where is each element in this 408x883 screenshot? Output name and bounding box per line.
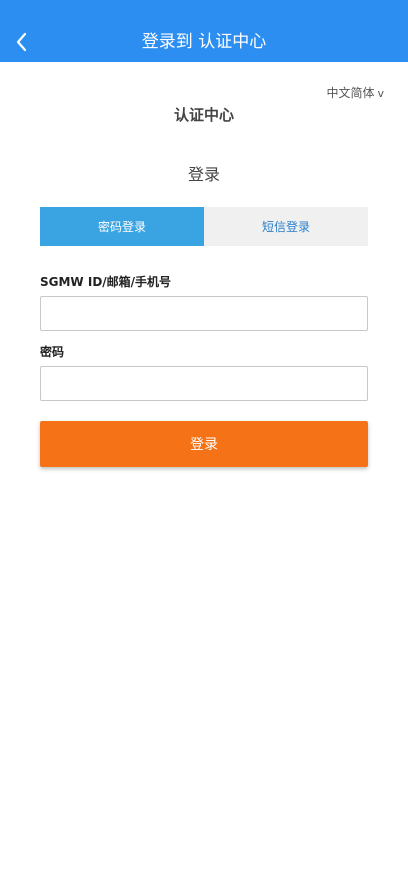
account-input[interactable] — [40, 296, 368, 331]
chevron-down-icon: v — [377, 87, 384, 100]
tab-password-login[interactable]: 密码登录 — [40, 207, 204, 246]
top-nav-bar: 登录到 认证中心 — [0, 0, 408, 62]
tab-sms-login[interactable]: 短信登录 — [204, 207, 368, 246]
password-field-label: 密码 — [40, 345, 65, 359]
login-button[interactable]: 登录 — [40, 421, 368, 467]
page-title: 登录到 认证中心 — [141, 32, 267, 52]
login-heading: 登录 — [187, 165, 220, 184]
login-method-tabs: 密码登录 短信登录 — [40, 207, 368, 246]
account-field-label: SGMW ID/邮箱/手机号 — [40, 275, 172, 289]
language-label: 中文简体 — [326, 86, 375, 100]
password-input[interactable] — [40, 366, 368, 401]
auth-center-title: 认证中心 — [173, 106, 234, 124]
language-selector[interactable]: 中文简体 v — [326, 85, 384, 102]
